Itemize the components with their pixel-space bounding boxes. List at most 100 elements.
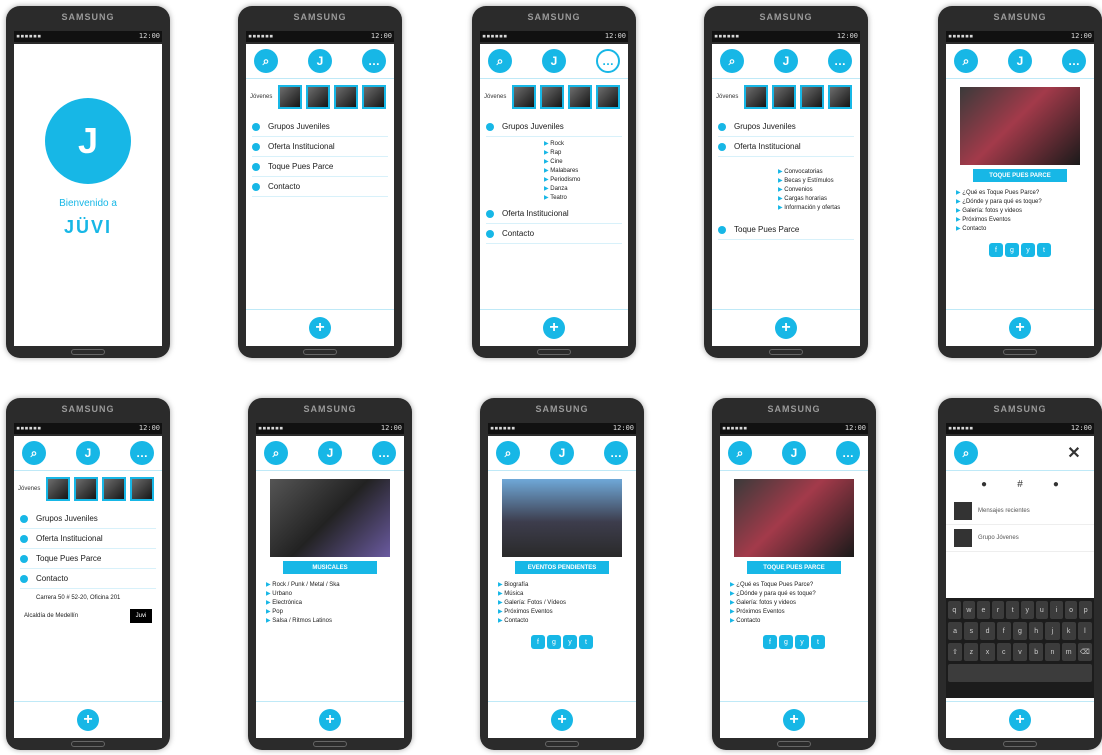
- key[interactable]: h: [1029, 622, 1044, 640]
- add-icon[interactable]: +: [775, 317, 797, 339]
- submenu-item[interactable]: Rap: [544, 148, 622, 157]
- key[interactable]: w: [962, 601, 976, 619]
- search-icon[interactable]: ⌕: [254, 49, 278, 73]
- juvi-logo-icon[interactable]: J: [76, 441, 100, 465]
- list-item[interactable]: Salsa / Ritmos Latinos: [266, 616, 394, 625]
- list-item[interactable]: Galería: fotos y videos: [956, 206, 1084, 215]
- list-item[interactable]: Próximos Eventos: [956, 215, 1084, 224]
- list-item[interactable]: Grupo Jóvenes: [946, 525, 1094, 552]
- menu-item-toque[interactable]: Toque Pues Parce: [718, 220, 854, 240]
- thumb-image[interactable]: [74, 477, 98, 501]
- thumb-image[interactable]: [800, 85, 824, 109]
- close-icon[interactable]: ✕: [1062, 441, 1086, 465]
- menu-item-oferta[interactable]: Oferta Institucional: [718, 137, 854, 157]
- list-item[interactable]: ¿Qué es Toque Pues Parce?: [730, 580, 858, 589]
- thumb-image[interactable]: [46, 477, 70, 501]
- list-item[interactable]: Urbano: [266, 589, 394, 598]
- key[interactable]: x: [980, 643, 995, 661]
- key[interactable]: s: [964, 622, 979, 640]
- google-icon[interactable]: g: [1005, 243, 1019, 257]
- chat-icon[interactable]: …: [1062, 49, 1086, 73]
- thumb-image[interactable]: [278, 85, 302, 109]
- juvi-logo-icon[interactable]: J: [782, 441, 806, 465]
- home-button[interactable]: [777, 741, 811, 747]
- twitter-icon[interactable]: t: [811, 635, 825, 649]
- search-icon[interactable]: ⌕: [496, 441, 520, 465]
- add-icon[interactable]: +: [77, 709, 99, 731]
- home-button[interactable]: [1003, 741, 1037, 747]
- submenu-item[interactable]: Convenios: [778, 185, 854, 194]
- list-item[interactable]: Contacto: [956, 224, 1084, 233]
- add-icon[interactable]: +: [783, 709, 805, 731]
- facebook-icon[interactable]: f: [989, 243, 1003, 257]
- chat-icon[interactable]: …: [130, 441, 154, 465]
- google-icon[interactable]: g: [547, 635, 561, 649]
- key[interactable]: t: [1006, 601, 1019, 619]
- list-item[interactable]: Rock / Punk / Metal / Ska: [266, 580, 394, 589]
- home-button[interactable]: [545, 741, 579, 747]
- home-button[interactable]: [769, 349, 803, 355]
- key[interactable]: m: [1061, 643, 1076, 661]
- key[interactable]: ⌫: [1077, 643, 1092, 661]
- list-item[interactable]: Pop: [266, 607, 394, 616]
- key[interactable]: z: [964, 643, 979, 661]
- submenu-item[interactable]: Danza: [544, 184, 622, 193]
- thumb-image[interactable]: [306, 85, 330, 109]
- submenu-item[interactable]: Rock: [544, 139, 622, 148]
- list-item[interactable]: Contacto: [730, 616, 858, 625]
- youtube-icon[interactable]: y: [563, 635, 577, 649]
- person-icon[interactable]: ●: [981, 479, 987, 490]
- key[interactable]: a: [948, 622, 963, 640]
- chat-icon[interactable]: …: [362, 49, 386, 73]
- list-item[interactable]: Música: [498, 589, 626, 598]
- google-icon[interactable]: g: [779, 635, 793, 649]
- key[interactable]: f: [996, 622, 1011, 640]
- submenu-item[interactable]: Teatro: [544, 193, 622, 202]
- list-item[interactable]: Próximos Eventos: [730, 607, 858, 616]
- menu-item-contacto[interactable]: Contacto: [486, 224, 622, 244]
- list-item[interactable]: Contacto: [498, 616, 626, 625]
- add-icon[interactable]: +: [551, 709, 573, 731]
- search-icon[interactable]: ⌕: [22, 441, 46, 465]
- search-icon[interactable]: ⌕: [720, 49, 744, 73]
- thumb-image[interactable]: [512, 85, 536, 109]
- key[interactable]: y: [1020, 601, 1034, 619]
- thumb-image[interactable]: [130, 477, 154, 501]
- submenu-item[interactable]: Malabares: [544, 166, 622, 175]
- submenu-item[interactable]: Periodismo: [544, 175, 622, 184]
- youtube-icon[interactable]: y: [795, 635, 809, 649]
- menu-item-grupos[interactable]: Grupos Juveniles: [20, 509, 156, 529]
- menu-item-oferta[interactable]: Oferta Institucional: [486, 204, 622, 224]
- home-button[interactable]: [1003, 349, 1037, 355]
- add-icon[interactable]: +: [1009, 709, 1031, 731]
- search-icon[interactable]: ⌕: [488, 49, 512, 73]
- submenu-item[interactable]: Becas y Estímulos: [778, 176, 854, 185]
- menu-item-toque[interactable]: Toque Pues Parce: [20, 549, 156, 569]
- juvi-logo-icon[interactable]: J: [1008, 49, 1032, 73]
- key[interactable]: p: [1079, 601, 1092, 619]
- thumb-image[interactable]: [334, 85, 358, 109]
- home-button[interactable]: [71, 349, 105, 355]
- youtube-icon[interactable]: y: [1021, 243, 1035, 257]
- twitter-icon[interactable]: t: [1037, 243, 1051, 257]
- list-item[interactable]: Mensajes recientes: [946, 498, 1094, 525]
- home-button[interactable]: [313, 741, 347, 747]
- add-icon[interactable]: +: [319, 709, 341, 731]
- key[interactable]: c: [996, 643, 1011, 661]
- add-icon[interactable]: +: [543, 317, 565, 339]
- search-icon[interactable]: ⌕: [954, 49, 978, 73]
- chat-icon[interactable]: …: [836, 441, 860, 465]
- key[interactable]: r: [991, 601, 1005, 619]
- menu-item-contacto[interactable]: Contacto: [20, 569, 156, 589]
- thumb-image[interactable]: [102, 477, 126, 501]
- submenu-item[interactable]: Cine: [544, 157, 622, 166]
- key[interactable]: k: [1061, 622, 1076, 640]
- submenu-item[interactable]: Convocatorias: [778, 167, 854, 176]
- key[interactable]: u: [1035, 601, 1049, 619]
- thumb-image[interactable]: [362, 85, 386, 109]
- add-icon[interactable]: +: [309, 317, 331, 339]
- list-item[interactable]: ¿Dónde y para qué es toque?: [956, 197, 1084, 206]
- key[interactable]: g: [1012, 622, 1028, 640]
- chat-icon[interactable]: …: [604, 441, 628, 465]
- facebook-icon[interactable]: f: [531, 635, 545, 649]
